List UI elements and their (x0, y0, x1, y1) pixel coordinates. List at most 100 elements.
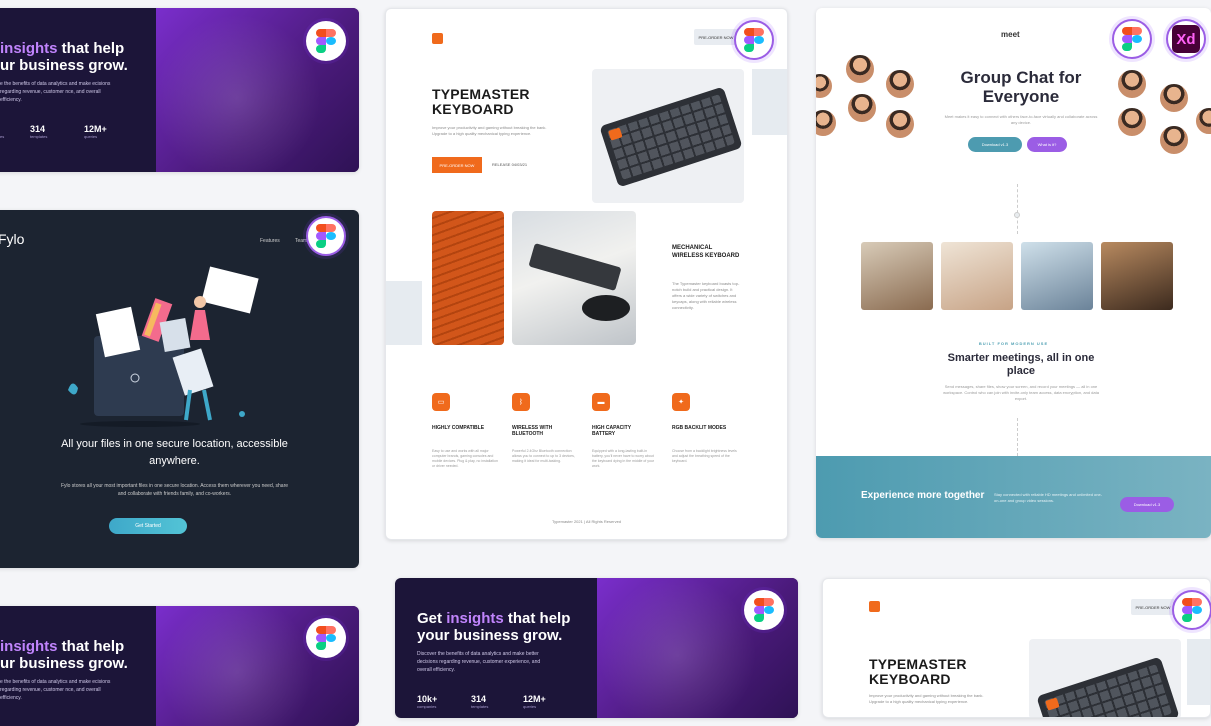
insights-headline: insights that help ur business grow. (0, 40, 128, 74)
avatar (816, 72, 834, 100)
divider-line (1017, 184, 1018, 234)
stat-companies: .es (0, 134, 5, 139)
subsection-desc: The Typemaster keyboard boasts top-notch… (672, 281, 740, 310)
meet-title: Group Chat for Everyone (960, 68, 1082, 106)
insights-desc: Discover the benefits of data analytics … (417, 651, 541, 673)
decor-block-right (752, 69, 787, 135)
typemaster-desc: Improve your productivity and gaming wit… (432, 125, 547, 136)
figma-badge-6 (744, 590, 784, 630)
typemaster-logo (432, 33, 443, 44)
subsection-title: MECHANICAL WIRELESS KEYBOARD (672, 245, 740, 259)
avatar (816, 108, 838, 138)
insights-desc: e the benefits of data analytics and mak… (0, 679, 111, 701)
feature-title: RGB BACKLIT MODES (672, 425, 727, 431)
typemaster-title: TYPEMASTER KEYBOARD (869, 656, 967, 687)
divider-line (1017, 418, 1018, 456)
avatar (1116, 106, 1148, 138)
stat-templates: 314 templates (471, 694, 489, 709)
stat-templates: 314 templates (30, 124, 48, 139)
typemaster-logo (869, 601, 880, 612)
feature-title: WIRELESS WITH BLUETOOTH (512, 425, 553, 437)
figma-icon (744, 28, 764, 52)
typemaster-desc: Improve your productivity and gaming wit… (869, 693, 984, 704)
fylo-logo: Fylo (0, 231, 25, 247)
figma-icon (316, 224, 336, 248)
figma-icon (316, 29, 336, 53)
bluetooth-icon: ᛒ (512, 393, 530, 411)
fylo-card[interactable]: Fylo Features Team All your files in one… (0, 210, 359, 568)
xd-icon: Xd (1172, 25, 1200, 53)
download-button[interactable]: Download v1.3 (968, 137, 1022, 152)
figma-badge-2 (306, 216, 346, 256)
feature-desc: Powerful 2.4Ghz Bluetooth connection all… (512, 449, 575, 463)
pre-order-button[interactable]: PRE-ORDER NOW (432, 157, 482, 173)
insights-headline: insights that help ur business grow. (0, 638, 128, 672)
band-title: Experience more together (861, 490, 985, 501)
figma-icon (1122, 27, 1142, 51)
avatar (1158, 82, 1190, 114)
orange-keyboard-image (432, 211, 504, 345)
meet-logo: meet (1001, 30, 1020, 39)
insights-card-bottom[interactable]: Get insights that help your business gro… (395, 578, 798, 718)
figma-badge (306, 21, 346, 61)
pre-order-top-button[interactable]: PRE-ORDER NOW (694, 29, 738, 45)
stat-queries: 12M+ queries (523, 694, 546, 709)
feature-title: HIGHLY COMPATIBLE (432, 425, 485, 431)
band-text: Stay connected with reliable HD meetings… (994, 492, 1103, 503)
avatar (844, 53, 876, 85)
backlight-icon: ✦ (672, 393, 690, 411)
figma-badge-4 (1112, 19, 1152, 59)
typemaster-footer: Typemaster 2021 | All Rights Reserved (551, 519, 622, 524)
avatar (1194, 106, 1211, 136)
what-is-it-button[interactable]: What is it? (1027, 137, 1067, 152)
fylo-headline: All your files in one secure location, a… (61, 438, 288, 467)
release-text: RELEASE 04/03/21 (492, 162, 528, 167)
decor-block-left (386, 281, 422, 345)
insights-card-top[interactable]: insights that help ur business grow. e th… (0, 8, 359, 172)
keyboard-hero-image (592, 69, 744, 203)
band-download-button[interactable]: Download v1.3 (1120, 497, 1174, 512)
pre-order-top-button[interactable]: PRE-ORDER NOW (1131, 599, 1175, 615)
meeting-photo (1101, 242, 1173, 310)
desk-keyboard-image (512, 211, 636, 345)
feature-desc: Equipped with a long-lasting built-in ba… (592, 449, 655, 468)
avatar (884, 108, 916, 140)
meeting-photo (861, 242, 933, 310)
figma-badge-3 (734, 20, 774, 60)
section-title: Smarter meetings, all in one place (947, 352, 1095, 377)
get-started-button[interactable]: Get Started (109, 518, 187, 534)
typemaster-title: TYPEMASTER KEYBOARD (432, 86, 530, 117)
feature-desc: Choose from a backlight brightness level… (672, 449, 737, 463)
avatar (1116, 68, 1148, 100)
keyboard-hero-image (1029, 639, 1181, 717)
stat-queries: 12M+ queries (84, 124, 107, 139)
stat-companies: 10k+ companies (417, 694, 438, 709)
meeting-photo (1021, 242, 1093, 310)
meeting-photo (941, 242, 1013, 310)
xd-badge: Xd (1166, 19, 1206, 59)
avatar (884, 68, 916, 100)
feature-desc: Easy to use and works with all major com… (432, 449, 498, 468)
insights-desc: e the benefits of data analytics and mak… (0, 81, 111, 103)
fylo-illustration (68, 266, 259, 427)
avatar (846, 92, 878, 124)
insights-headline: Get insights that help your business gro… (417, 610, 571, 644)
figma-icon (754, 598, 774, 622)
compatible-icon: ▭ (432, 393, 450, 411)
figma-badge-5 (306, 618, 346, 658)
insights-card-bottom-left[interactable]: insights that help ur business grow. e th… (0, 606, 359, 726)
section-eyebrow: BUILT FOR MODERN USE (978, 341, 1049, 346)
figma-icon (1182, 598, 1202, 622)
fylo-nav-features[interactable]: Features (260, 238, 280, 244)
decor-block-right (1187, 639, 1210, 705)
section-text: Send messages, share files, show your sc… (943, 384, 1099, 401)
meet-card[interactable]: meet Group Chat for Everyone Meet makes … (816, 8, 1211, 538)
cta-band: Experience more together Stay connected … (816, 456, 1211, 538)
feature-title: HIGH CAPACITY BATTERY (592, 425, 631, 437)
battery-icon: ▬ (592, 393, 610, 411)
divider-dot (1014, 212, 1020, 218)
meet-lead: Meet makes it easy to connect with other… (944, 114, 1098, 125)
figma-badge-7 (1172, 590, 1211, 630)
typemaster-card[interactable]: PRE-ORDER NOW TYPEMASTER KEYBOARD Improv… (385, 8, 788, 540)
typemaster-card-bottom[interactable]: PRE-ORDER NOW TYPEMASTER KEYBOARD Improv… (822, 578, 1211, 718)
